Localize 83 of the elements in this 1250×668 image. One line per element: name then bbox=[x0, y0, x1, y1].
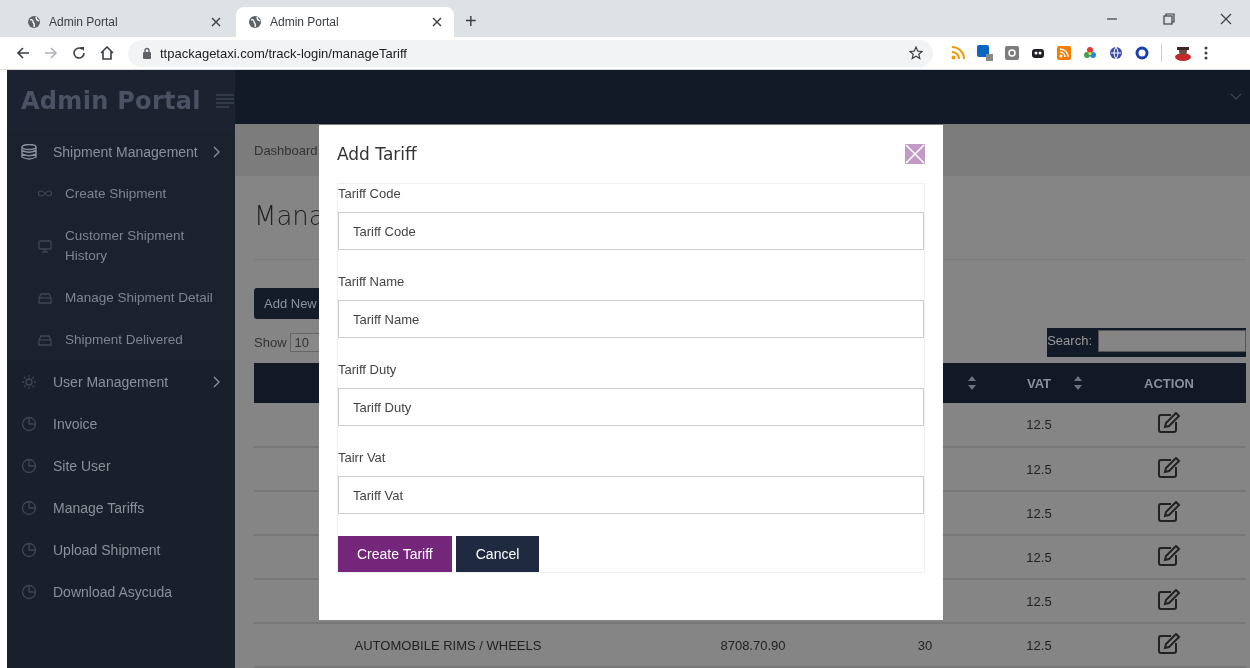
pie-chart-icon bbox=[21, 584, 37, 600]
menu-icon[interactable] bbox=[1204, 46, 1208, 60]
color-wheel-icon[interactable] bbox=[1083, 46, 1097, 60]
close-icon[interactable] bbox=[432, 17, 442, 27]
sidebar-subitem[interactable]: Manage Shipment Detail bbox=[7, 277, 235, 319]
lock-icon bbox=[142, 47, 152, 59]
table-cell: 12.5 bbox=[1026, 417, 1052, 432]
monitor-icon bbox=[37, 239, 53, 253]
globe-icon[interactable] bbox=[1109, 46, 1123, 60]
table-cell: 12.5 bbox=[1026, 637, 1052, 653]
pie-chart-icon bbox=[21, 500, 37, 516]
tab-title: Admin Portal bbox=[270, 15, 340, 29]
browser-tab[interactable]: Admin Portal bbox=[236, 7, 454, 37]
globe-icon bbox=[27, 15, 41, 29]
rss-icon[interactable] bbox=[1057, 46, 1071, 60]
url-text: ttpackagetaxi.com/track-login/manageTariff bbox=[160, 45, 407, 61]
column-header[interactable]: ACTION bbox=[1144, 375, 1194, 391]
search-field[interactable] bbox=[1098, 329, 1246, 352]
extension-icon[interactable] bbox=[1031, 46, 1045, 60]
star-icon[interactable] bbox=[909, 46, 923, 60]
globe-icon bbox=[248, 15, 262, 29]
sidebar-subitem[interactable]: Create Shipment bbox=[7, 173, 235, 215]
sort-icon[interactable] bbox=[1074, 376, 1082, 390]
table-cell: 8708.70.90 bbox=[720, 637, 786, 653]
edit-icon[interactable] bbox=[1157, 412, 1181, 434]
edit-icon[interactable] bbox=[1157, 456, 1181, 479]
input-field[interactable]: Tariff Code bbox=[338, 212, 924, 250]
pie-chart-icon bbox=[21, 416, 37, 432]
column-header[interactable]: VAT bbox=[1026, 375, 1052, 391]
edit-icon[interactable] bbox=[1157, 544, 1181, 567]
sidebar-item[interactable]: User Management bbox=[7, 361, 235, 403]
chevron-right-icon bbox=[213, 146, 221, 158]
cancel-button[interactable]: Cancel bbox=[455, 536, 540, 572]
table-cell: 12.5 bbox=[1026, 593, 1052, 609]
sidebar-item[interactable]: Upload Shipment bbox=[7, 529, 235, 571]
table-cell: 12.5 bbox=[1026, 505, 1052, 521]
sidebar-item[interactable]: Download Asycuda bbox=[7, 571, 235, 613]
extension-icon[interactable] bbox=[1135, 46, 1149, 60]
restore-icon[interactable] bbox=[1163, 12, 1175, 25]
field-label: Tariff Duty bbox=[338, 361, 398, 379]
table-cell: 12.5 bbox=[1026, 549, 1052, 565]
sidebar-item[interactable]: Invoice bbox=[7, 403, 235, 445]
field-label: Tariff Code bbox=[338, 185, 402, 203]
new-tab-button[interactable]: + bbox=[465, 9, 477, 33]
sidebar-item[interactable]: Manage Tariffs bbox=[7, 487, 235, 529]
tab-title: Admin Portal bbox=[49, 15, 119, 29]
address-bar[interactable]: ttpackagetaxi.com/track-login/manageTariff bbox=[128, 39, 933, 67]
close-icon[interactable] bbox=[211, 17, 221, 27]
edit-icon[interactable] bbox=[1157, 500, 1181, 523]
sidebar-subitem[interactable]: Customer Shipment History bbox=[7, 215, 235, 277]
table-cell: AUTOMOBILE RIMS / WHEELS bbox=[354, 637, 542, 653]
breadcrumb-link[interactable]: Dashboard bbox=[254, 142, 318, 158]
back-arrow-icon[interactable] bbox=[16, 46, 30, 60]
edit-icon[interactable] bbox=[1157, 588, 1181, 611]
chevron-right-icon bbox=[213, 376, 221, 388]
close-icon[interactable] bbox=[1220, 12, 1232, 25]
avatar-icon[interactable] bbox=[1174, 45, 1192, 61]
dialog-title: Add Tariff bbox=[337, 144, 417, 164]
input-field[interactable]: Tariff Name bbox=[338, 300, 924, 338]
table-cell: 30 bbox=[917, 637, 933, 653]
create-button[interactable]: Create Tariff bbox=[338, 536, 452, 572]
pie-chart-icon bbox=[21, 458, 37, 474]
home-icon[interactable] bbox=[100, 46, 114, 60]
database-icon bbox=[21, 144, 37, 160]
input-field[interactable]: Tariff Vat bbox=[338, 476, 924, 514]
input-field[interactable]: Tariff Duty bbox=[338, 388, 924, 426]
reload-icon[interactable] bbox=[72, 46, 86, 60]
tray-icon bbox=[37, 291, 53, 305]
show-label: Show bbox=[254, 334, 287, 350]
field-label: Tairr Vat bbox=[338, 449, 387, 467]
sidebar-subitem[interactable]: Shipment Delivered bbox=[7, 319, 235, 361]
sidebar-item[interactable]: Site User bbox=[7, 445, 235, 487]
gear-icon bbox=[21, 374, 37, 390]
page-length-select[interactable]: 10 bbox=[289, 332, 322, 352]
tray-icon bbox=[37, 333, 53, 347]
browser-tab[interactable]: Admin Portal bbox=[15, 7, 233, 37]
sort-icon[interactable] bbox=[968, 376, 976, 390]
field-label: Tariff Name bbox=[338, 273, 406, 291]
sidebar-item[interactable]: Shipment Management bbox=[7, 131, 235, 173]
edit-icon[interactable] bbox=[1157, 632, 1181, 655]
table-cell: 12.5 bbox=[1026, 461, 1052, 477]
search-label: Search: bbox=[1047, 333, 1093, 348]
pie-chart-icon bbox=[21, 542, 37, 558]
